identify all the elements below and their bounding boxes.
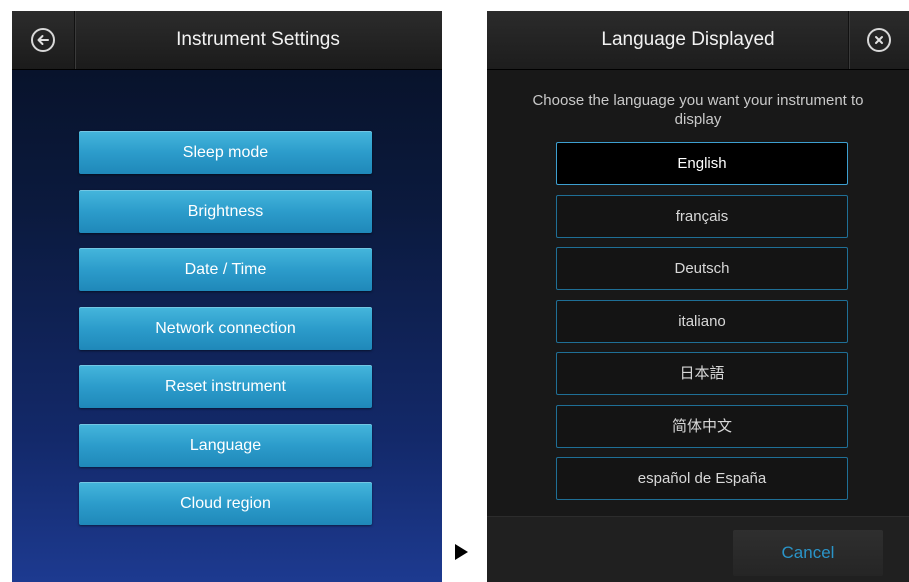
language-option-japanese[interactable]: 日本語 bbox=[556, 352, 848, 395]
close-button[interactable] bbox=[848, 11, 909, 69]
reset-instrument-button[interactable]: Reset instrument bbox=[79, 365, 372, 408]
language-option-chinese-simplified[interactable]: 简体中文 bbox=[556, 404, 848, 448]
date-time-button[interactable]: Date / Time bbox=[79, 248, 372, 291]
language-options: English français Deutsch italiano 日本語 简体… bbox=[556, 142, 848, 510]
language-prompt: Choose the language you want your instru… bbox=[532, 92, 864, 128]
network-connection-button[interactable]: Network connection bbox=[79, 306, 372, 350]
language-option-german[interactable]: Deutsch bbox=[556, 247, 848, 290]
dialog-title: Language Displayed bbox=[601, 29, 775, 50]
language-option-spanish[interactable]: español de España bbox=[556, 457, 848, 500]
settings-menu: Sleep mode Brightness Date / Time Networ… bbox=[79, 131, 372, 541]
cancel-button[interactable]: Cancel bbox=[733, 530, 883, 576]
language-header: Language Displayed bbox=[487, 11, 909, 70]
instrument-settings-screen: Instrument Settings Sleep mode Brightnes… bbox=[12, 11, 442, 582]
right-triangle-arrow-icon bbox=[455, 544, 468, 560]
brightness-button[interactable]: Brightness bbox=[79, 189, 372, 233]
language-option-italian[interactable]: italiano bbox=[556, 299, 848, 343]
cloud-region-button[interactable]: Cloud region bbox=[79, 482, 372, 525]
page-title: Instrument Settings bbox=[176, 29, 340, 50]
language-dialog: Language Displayed Choose the language y… bbox=[487, 11, 909, 582]
settings-header: Instrument Settings bbox=[12, 11, 442, 70]
dialog-footer: Cancel bbox=[487, 516, 909, 582]
language-option-english[interactable]: English bbox=[556, 142, 848, 185]
close-icon bbox=[867, 28, 891, 52]
back-button[interactable] bbox=[12, 11, 75, 69]
language-option-french[interactable]: français bbox=[556, 194, 848, 238]
language-button[interactable]: Language bbox=[79, 423, 372, 467]
back-arrow-icon bbox=[31, 28, 55, 52]
sleep-mode-button[interactable]: Sleep mode bbox=[79, 131, 372, 174]
